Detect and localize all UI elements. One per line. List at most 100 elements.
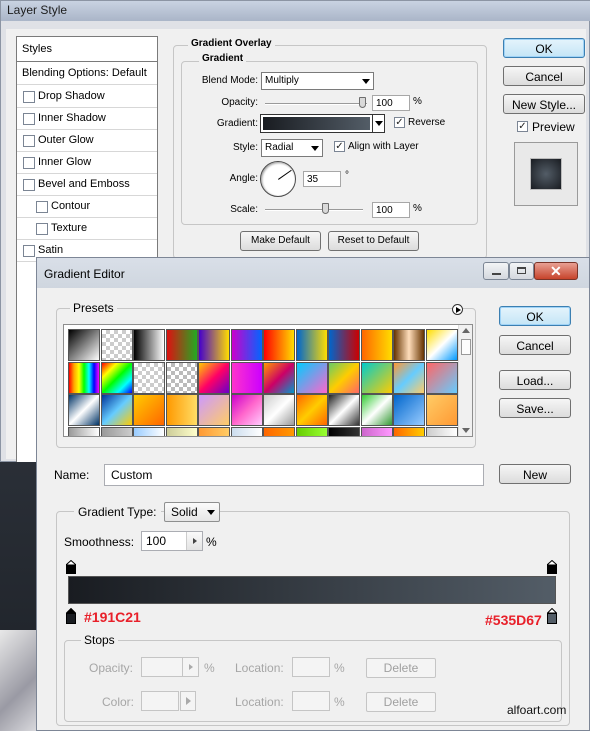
preset-swatch[interactable] (230, 361, 263, 394)
preset-swatch[interactable] (230, 426, 263, 436)
preset-swatch[interactable] (263, 329, 295, 361)
preset-swatch[interactable] (133, 329, 165, 361)
style-select[interactable]: Radial (261, 139, 323, 157)
stop-opacity-location-input[interactable] (292, 657, 330, 677)
stop-color-location-input[interactable] (292, 691, 330, 711)
preset-swatch[interactable] (165, 361, 198, 394)
align-layer-checkbox[interactable]: ✓ (334, 141, 345, 152)
preset-swatch[interactable] (133, 426, 165, 436)
preset-swatch[interactable] (393, 426, 425, 436)
preset-swatch[interactable] (133, 361, 165, 394)
reset-default-button[interactable]: Reset to Default (328, 231, 419, 251)
preset-swatch[interactable] (100, 361, 133, 394)
smoothness-flyout-button[interactable] (186, 532, 202, 550)
preset-swatch[interactable] (68, 394, 100, 426)
list-item-outer-glow[interactable]: Outer Glow (17, 129, 157, 152)
preset-swatch[interactable] (100, 426, 133, 436)
layer-style-cancel-button[interactable]: Cancel (503, 66, 585, 86)
stop-opacity-input[interactable] (141, 657, 199, 677)
scale-input[interactable]: 100 (372, 202, 410, 218)
angle-dial[interactable] (260, 161, 296, 197)
preset-swatch[interactable] (328, 426, 360, 436)
preset-swatch[interactable] (263, 394, 295, 426)
list-item-bevel-emboss[interactable]: Bevel and Emboss (17, 173, 157, 196)
gradient-picker[interactable] (260, 114, 385, 133)
satin-checkbox[interactable] (23, 245, 35, 257)
preset-swatch[interactable] (425, 426, 458, 436)
name-input[interactable]: Custom (104, 464, 484, 486)
preset-swatch[interactable] (230, 329, 263, 361)
preset-swatch[interactable] (425, 361, 458, 394)
preset-swatch[interactable] (360, 426, 393, 436)
layer-style-ok-button[interactable]: OK (503, 38, 585, 58)
blend-mode-select[interactable]: Multiply (261, 72, 374, 90)
contour-checkbox[interactable] (36, 201, 48, 213)
styles-header[interactable]: Styles (17, 37, 157, 62)
stop-color-swatch[interactable] (141, 691, 179, 711)
angle-input[interactable]: 35 (303, 171, 341, 187)
preset-swatch[interactable] (165, 426, 198, 436)
preview-checkbox[interactable]: ✓ (517, 121, 528, 132)
preset-swatch[interactable] (100, 329, 133, 361)
color-stop-left[interactable] (65, 607, 77, 624)
gradient-dropdown-button[interactable] (372, 115, 384, 132)
gradient-editor-titlebar[interactable]: Gradient Editor ✕ (37, 258, 589, 288)
gradient-editor-cancel-button[interactable]: Cancel (499, 335, 571, 355)
preset-swatch[interactable] (295, 394, 328, 426)
new-style-button[interactable]: New Style... (503, 94, 585, 114)
opacity-input[interactable]: 100 (372, 95, 410, 111)
preset-swatch[interactable] (198, 394, 230, 426)
list-item-inner-glow[interactable]: Inner Glow (17, 151, 157, 174)
texture-checkbox[interactable] (36, 223, 48, 235)
opacity-stop-left[interactable] (66, 559, 76, 574)
scale-slider-track[interactable] (265, 209, 363, 211)
preset-swatch[interactable] (328, 329, 360, 361)
outer-glow-checkbox[interactable] (23, 135, 35, 147)
gradient-type-select[interactable]: Solid (164, 502, 220, 522)
gradient-editor-ok-button[interactable]: OK (499, 306, 571, 326)
preset-swatch[interactable] (328, 394, 360, 426)
preset-swatch[interactable] (165, 394, 198, 426)
stop-color-flyout[interactable] (180, 691, 196, 711)
scrollbar-thumb[interactable] (461, 339, 471, 355)
scroll-down-icon[interactable] (462, 428, 470, 433)
preset-swatch[interactable] (425, 329, 458, 361)
opacity-slider-thumb[interactable] (359, 97, 366, 108)
smoothness-input[interactable]: 100 (141, 531, 203, 551)
preset-swatch[interactable] (393, 361, 425, 394)
inner-glow-checkbox[interactable] (23, 157, 35, 169)
preset-swatch[interactable] (393, 394, 425, 426)
list-item-inner-shadow[interactable]: Inner Shadow (17, 107, 157, 130)
presets-menu-button[interactable] (452, 304, 463, 315)
preset-swatch[interactable] (68, 426, 100, 436)
presets-scrollbar[interactable] (458, 325, 472, 436)
maximize-button[interactable] (509, 262, 534, 280)
scroll-up-icon[interactable] (462, 328, 470, 333)
minimize-button[interactable] (483, 262, 509, 280)
load-button[interactable]: Load... (499, 370, 571, 390)
color-stop-right[interactable] (546, 607, 558, 624)
preset-swatch[interactable] (295, 426, 328, 436)
preset-swatch[interactable] (198, 426, 230, 436)
preset-swatch[interactable] (100, 394, 133, 426)
preset-swatch[interactable] (295, 361, 328, 394)
preset-swatch[interactable] (133, 394, 165, 426)
opacity-stop-right[interactable] (547, 559, 557, 574)
list-item-texture[interactable]: Texture (17, 217, 157, 240)
preset-swatch[interactable] (328, 361, 360, 394)
list-item-contour[interactable]: Contour (17, 195, 157, 218)
preset-swatch[interactable] (425, 394, 458, 426)
scale-slider-thumb[interactable] (322, 203, 329, 214)
blending-options-item[interactable]: Blending Options: Default (17, 62, 157, 85)
preset-swatch[interactable] (393, 329, 425, 361)
preset-swatch[interactable] (198, 361, 230, 394)
stop-opacity-flyout[interactable] (182, 658, 198, 676)
delete-opacity-stop-button[interactable]: Delete (366, 658, 436, 678)
reverse-checkbox[interactable]: ✓ (394, 117, 405, 128)
close-button[interactable]: ✕ (534, 262, 578, 280)
gradient-bar[interactable] (68, 576, 556, 604)
preset-swatch[interactable] (360, 394, 393, 426)
preset-swatch[interactable] (68, 361, 100, 394)
preset-swatch[interactable] (198, 329, 230, 361)
preset-swatch[interactable] (263, 426, 295, 436)
